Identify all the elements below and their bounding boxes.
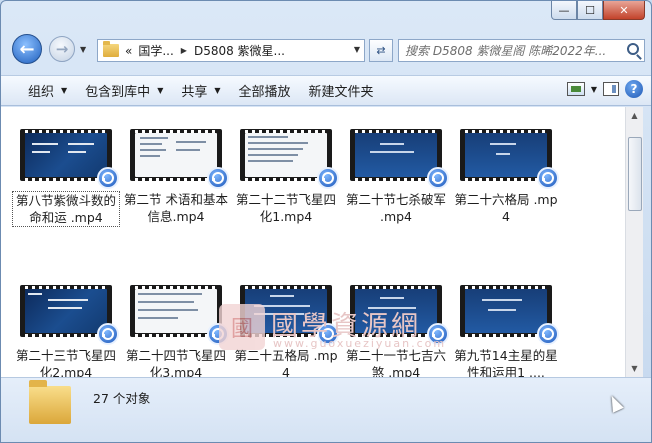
play-all-button[interactable]: 全部播放 [230, 76, 300, 105]
file-item[interactable]: 第二节 术语和基本信息.mp4 [122, 129, 230, 225]
breadcrumb: « 国学... ▶ D5808 紫微星... [125, 42, 285, 59]
video-frame [465, 289, 547, 333]
video-thumbnail [130, 129, 229, 189]
file-name: 第二十二节飞星四化1.mp4 [235, 192, 336, 224]
file-item[interactable]: 第二十三节飞星四化2.mp4 [12, 285, 120, 377]
media-player-icon [427, 167, 449, 189]
media-player-icon [537, 167, 559, 189]
navigation-bar: ← → ▼ « 国学... ▶ D5808 紫微星... ▼ ⇄ 搜索 D580… [9, 32, 645, 68]
organize-button[interactable]: 组织 ▼ [1, 76, 76, 105]
file-name: 第二十节七杀破军 .mp4 [345, 192, 446, 224]
share-button[interactable]: 共享 ▼ [172, 76, 229, 105]
address-dropdown-icon[interactable]: ▼ [354, 45, 360, 54]
change-view-icon[interactable] [566, 82, 585, 96]
video-thumbnail [240, 129, 339, 189]
video-thumbnail [20, 285, 119, 345]
file-item[interactable]: 第二十六格局 .mp4 [452, 129, 560, 225]
watermark-url: www.guoxueziyuan.com [273, 337, 447, 350]
scroll-up-icon[interactable]: ▲ [626, 107, 643, 124]
chevron-down-icon: ▼ [61, 86, 68, 95]
video-frame [135, 289, 217, 333]
forward-button[interactable]: → [49, 36, 75, 62]
video-frame [355, 133, 437, 177]
media-player-icon [97, 323, 119, 345]
close-button[interactable]: ✕ [603, 1, 645, 20]
vertical-scrollbar[interactable]: ▲ ▼ [625, 107, 643, 377]
folder-icon [103, 41, 119, 57]
file-item[interactable]: 第八节紫微斗数的命和运 .mp4 [12, 129, 120, 227]
file-name: 第八节紫微斗数的命和运 .mp4 [12, 191, 120, 227]
chevron-down-icon: ▼ [214, 86, 221, 95]
video-thumbnail [460, 285, 559, 345]
scrollbar-thumb[interactable] [628, 137, 642, 211]
file-name: 第二十三节飞星四化2.mp4 [15, 348, 116, 377]
refresh-button[interactable]: ⇄ [369, 39, 393, 62]
maximize-button[interactable]: ☐ [577, 1, 603, 20]
back-button[interactable]: ← [12, 34, 42, 64]
share-label: 共享 [181, 85, 208, 100]
recent-pages-dropdown-icon[interactable]: ▼ [80, 45, 86, 54]
organize-label: 组织 [28, 85, 55, 100]
include-in-library-label: 包含到库中 [85, 85, 151, 100]
video-thumbnail [460, 129, 559, 189]
file-item[interactable]: 第二十四节飞星四化3.mp4 [122, 285, 230, 377]
media-player-icon [97, 167, 119, 189]
file-name: 第二十一节七吉六煞 .mp4 [345, 348, 446, 377]
chevron-right-icon[interactable]: ▶ [181, 46, 187, 55]
minimize-button[interactable]: — [551, 1, 577, 20]
video-thumbnail [20, 129, 119, 189]
search-box[interactable]: 搜索 D5808 紫微星阁 陈晞2022年... [398, 39, 645, 62]
video-thumbnail [350, 129, 449, 189]
video-frame [245, 133, 327, 177]
file-name: 第九节14主星的星性和运用1 .... [454, 348, 558, 377]
file-item[interactable]: 第二十二节飞星四化1.mp4 [232, 129, 340, 225]
refresh-icon: ⇄ [376, 44, 386, 57]
file-name: 第二十四节飞星四化3.mp4 [125, 348, 226, 377]
file-list: 第八节紫微斗数的命和运 .mp4 第二节 术语和基本信息.mp4 第二十二节飞星… [1, 107, 625, 377]
video-thumbnail [130, 285, 229, 345]
new-folder-button[interactable]: 新建文件夹 [300, 76, 383, 105]
caption-buttons: — ☐ ✕ [551, 1, 645, 21]
video-frame [25, 133, 107, 177]
preview-pane-icon[interactable] [603, 82, 619, 96]
details-pane: 27 个对象 [1, 377, 651, 442]
search-input[interactable]: 搜索 D5808 紫微星阁 陈晞2022年... [405, 42, 623, 59]
file-item[interactable]: 第二十节七杀破军 .mp4 [342, 129, 450, 225]
breadcrumb-item-current[interactable]: D5808 紫微星... [194, 42, 285, 59]
help-icon[interactable]: ? [625, 80, 643, 98]
breadcrumb-item-guoxue[interactable]: 国学... [138, 42, 173, 59]
file-item[interactable]: 第九节14主星的星性和运用1 .... [452, 285, 560, 377]
media-player-icon [317, 167, 339, 189]
command-bar: 组织 ▼ 包含到库中 ▼ 共享 ▼ 全部播放 新建文件夹 ▼ ? [1, 75, 651, 106]
address-bar[interactable]: « 国学... ▶ D5808 紫微星... ▼ [97, 39, 365, 62]
include-in-library-button[interactable]: 包含到库中 ▼ [76, 76, 172, 105]
chevron-down-icon: ▼ [157, 86, 164, 95]
view-dropdown-icon[interactable]: ▼ [591, 85, 597, 94]
media-player-icon [207, 167, 229, 189]
scroll-down-icon[interactable]: ▼ [626, 360, 643, 377]
item-count: 27 个对象 [93, 391, 151, 406]
video-frame [465, 133, 547, 177]
folder-icon [29, 380, 71, 424]
breadcrumb-overflow[interactable]: « [125, 44, 132, 58]
explorer-window: — ☐ ✕ ← → ▼ « 国学... ▶ D5808 紫微星... ▼ ⇄ 搜… [0, 0, 652, 443]
file-name: 第二节 术语和基本信息.mp4 [124, 192, 228, 224]
video-frame [135, 133, 217, 177]
media-player-icon [537, 323, 559, 345]
video-frame [25, 289, 107, 333]
file-name: 第二十六格局 .mp4 [454, 192, 558, 224]
view-controls: ▼ ? [566, 80, 643, 98]
file-name: 第二十五格局 .mp4 [234, 348, 338, 377]
search-icon[interactable] [627, 43, 639, 55]
watermark-seal: 國 [219, 304, 265, 350]
